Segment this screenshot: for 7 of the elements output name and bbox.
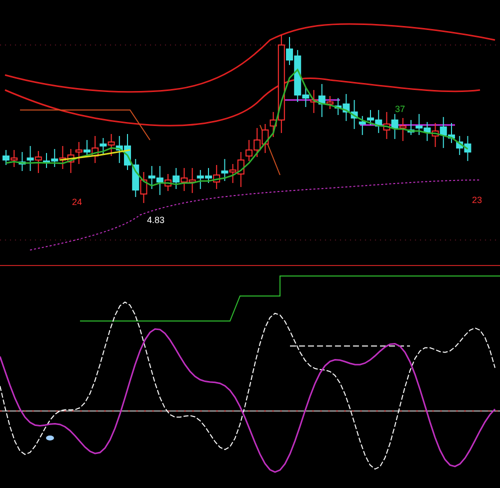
trend-line xyxy=(260,124,280,176)
marker-dot xyxy=(46,436,54,440)
chart-label: 24 xyxy=(72,198,82,207)
chart-label: 23 xyxy=(472,196,482,205)
chart-label: 4.83 xyxy=(147,216,165,225)
chart-label: 37 xyxy=(395,105,406,114)
level-line xyxy=(285,99,340,101)
